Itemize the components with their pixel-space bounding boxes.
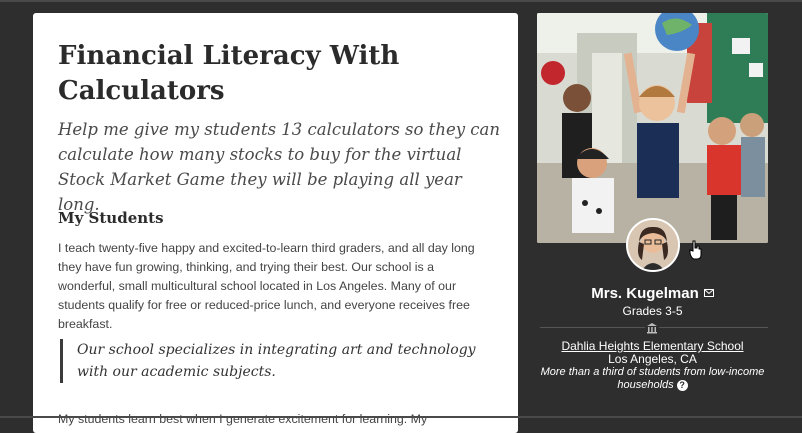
classroom-photo bbox=[537, 13, 768, 243]
project-subtitle: Help me give my students 13 calculators … bbox=[58, 120, 500, 214]
project-card: Financial Literacy With Calculators Help… bbox=[33, 13, 518, 433]
help-icon[interactable]: ? bbox=[676, 380, 688, 391]
pull-quote: Our school specializes in integrating ar… bbox=[60, 339, 477, 383]
poverty-note: More than a third of students from low-i… bbox=[537, 366, 768, 392]
school-location: Los Angeles, CA bbox=[608, 352, 697, 366]
school-link[interactable]: Dahlia Heights Elementary School bbox=[537, 339, 768, 353]
teacher-grades: Grades 3-5 bbox=[622, 304, 683, 318]
mail-icon[interactable] bbox=[703, 284, 714, 297]
teacher-name[interactable]: Mrs. Kugelman bbox=[591, 285, 699, 302]
school-building-icon bbox=[645, 321, 659, 334]
section-heading: My Students bbox=[58, 209, 164, 227]
hand-cursor-icon bbox=[689, 240, 703, 260]
poverty-note-text: More than a third of students from low-i… bbox=[540, 366, 765, 391]
top-border bbox=[0, 0, 802, 2]
teacher-avatar[interactable] bbox=[626, 218, 680, 272]
students-paragraph-2: My students learn best when I generate e… bbox=[58, 412, 428, 426]
teacher-name-row: Mrs. Kugelman bbox=[537, 284, 768, 302]
project-title: Financial Literacy With Calculators bbox=[58, 41, 400, 106]
students-paragraph: I teach twenty-five happy and excited-to… bbox=[58, 241, 475, 331]
